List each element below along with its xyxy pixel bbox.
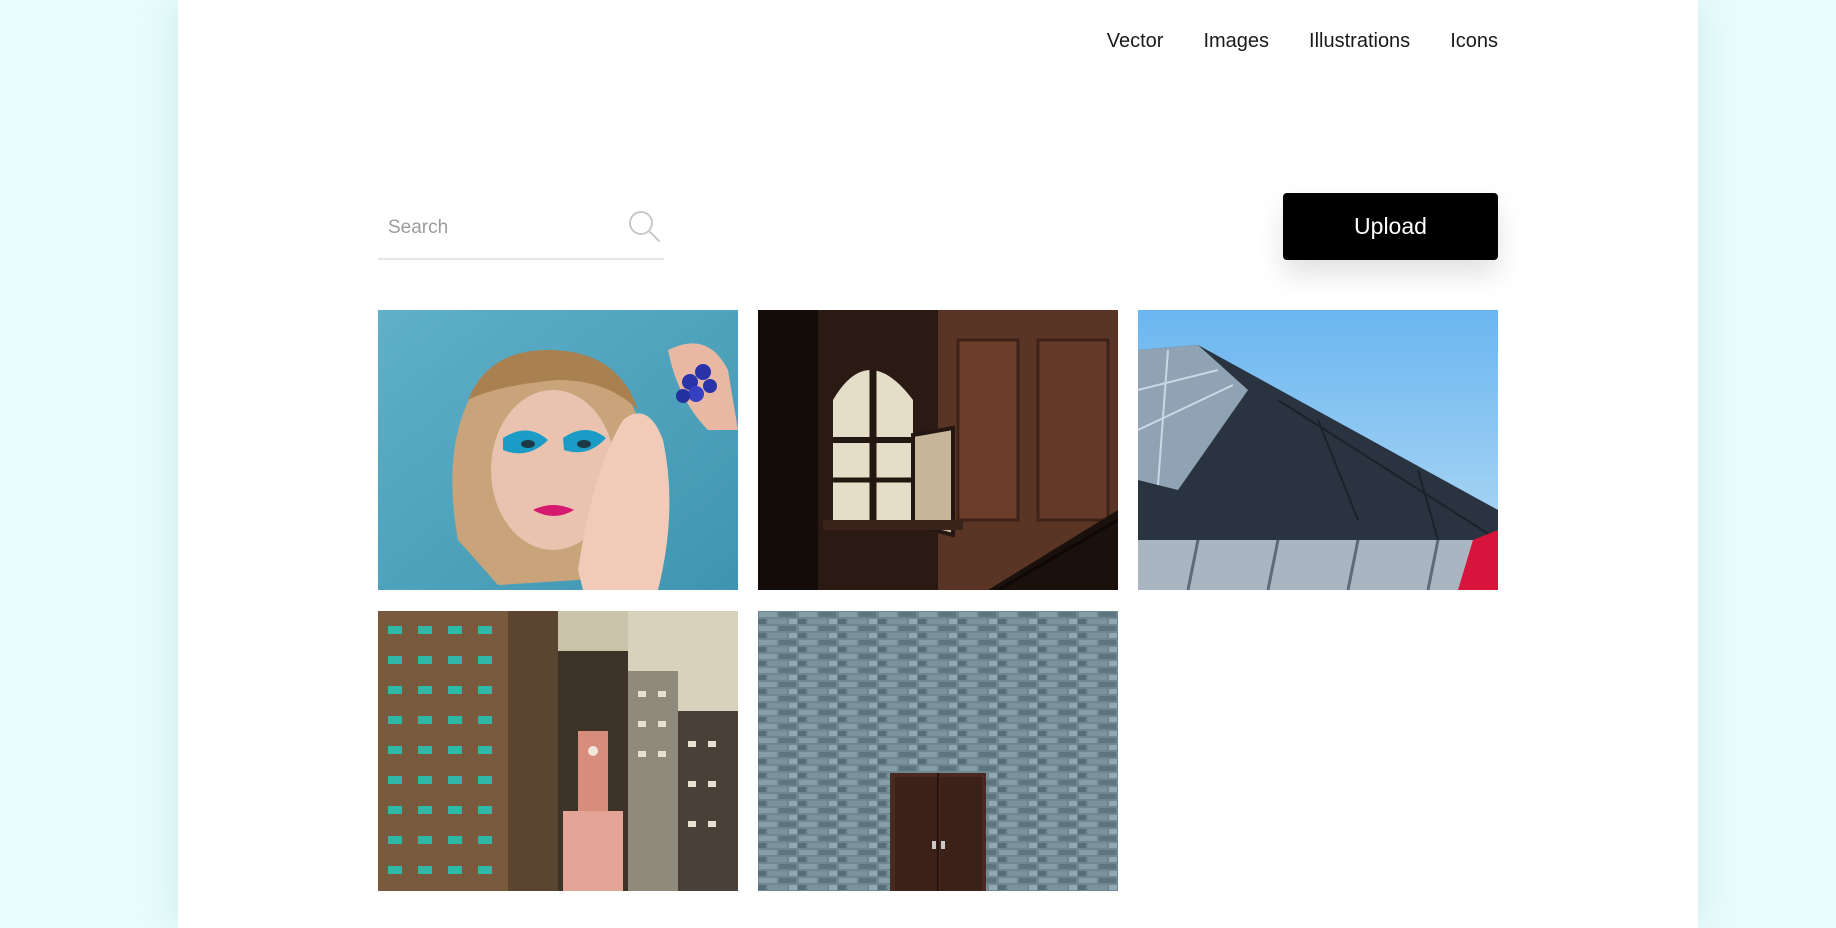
page-container: Vector Images Illustrations Icons Upload xyxy=(178,0,1698,928)
gallery-image-city[interactable] xyxy=(378,611,738,891)
top-nav: Vector Images Illustrations Icons xyxy=(1107,30,1498,53)
gallery-image-portrait[interactable] xyxy=(378,310,738,590)
nav-item-images[interactable]: Images xyxy=(1203,30,1269,53)
search-bar xyxy=(378,200,664,260)
image-gallery xyxy=(378,310,1498,891)
nav-item-vector[interactable]: Vector xyxy=(1107,30,1164,53)
gallery-image-door[interactable] xyxy=(758,611,1118,891)
gallery-image-roof[interactable] xyxy=(1138,310,1498,590)
door-image xyxy=(758,611,1118,891)
portrait-image xyxy=(378,310,738,590)
nav-item-illustrations[interactable]: Illustrations xyxy=(1309,30,1410,53)
city-image xyxy=(378,611,738,891)
search-input[interactable] xyxy=(386,210,610,246)
upload-button[interactable]: Upload xyxy=(1283,193,1498,260)
dark-room-image xyxy=(758,310,1118,590)
gallery-image-dark-room[interactable] xyxy=(758,310,1118,590)
search-icon[interactable] xyxy=(626,208,662,244)
roof-image xyxy=(1138,310,1498,590)
nav-item-icons[interactable]: Icons xyxy=(1450,30,1498,53)
